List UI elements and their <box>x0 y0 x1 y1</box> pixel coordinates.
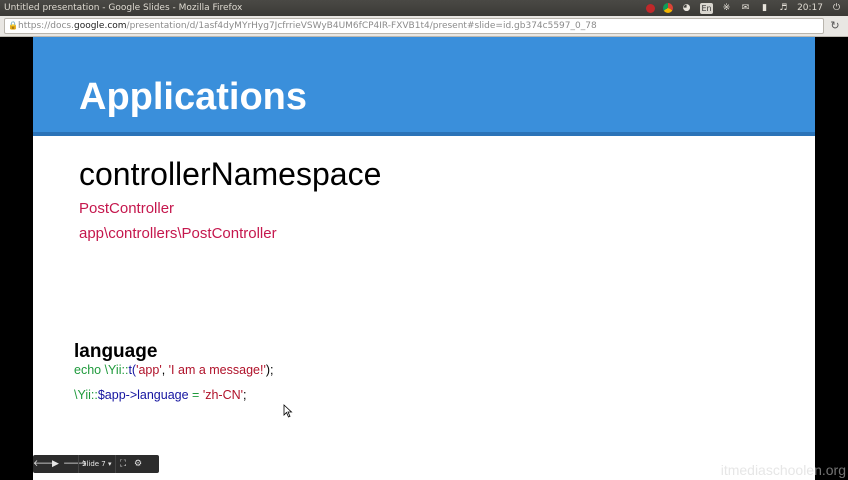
chevron-down-icon: ▾ <box>108 460 112 468</box>
code-token: ; <box>243 388 247 402</box>
code-line-translate: echo \Yii::t('app', 'I am a message!'); <box>74 363 274 378</box>
next-slide-icon[interactable]: 🡒 <box>63 455 87 473</box>
presentation-stage: Applications controllerNamespace PostCon… <box>0 37 848 480</box>
record-icon[interactable] <box>646 3 656 13</box>
language-heading: language <box>74 341 158 362</box>
window-title-bar: Untitled presentation - Google Slides - … <box>0 0 848 16</box>
controller-namespace-text: app\controllers\PostController <box>79 225 277 242</box>
slide-selector[interactable]: Slide 7 ▾ <box>78 455 116 473</box>
power-icon[interactable]: ⏻ <box>831 3 842 14</box>
code-token: , <box>161 363 169 377</box>
code-token: 'app' <box>136 363 162 377</box>
mail-icon[interactable]: ✉ <box>740 3 751 14</box>
post-controller-text: PostController <box>79 200 175 217</box>
slide-title: Applications <box>79 76 308 118</box>
lock-icon: 🔒 <box>8 21 18 30</box>
window-title: Untitled presentation - Google Slides - … <box>4 3 243 13</box>
code-token: 'zh-CN' <box>202 388 244 402</box>
mouse-pointer-icon <box>283 404 293 418</box>
chrome-icon[interactable] <box>663 3 674 13</box>
slide-selector-label: Slide 7 <box>82 460 106 468</box>
bluetooth-icon[interactable]: ※ <box>721 3 732 14</box>
wifi-icon[interactable]: ◕ <box>681 3 692 14</box>
battery-icon[interactable]: ▮ <box>759 3 770 14</box>
url-rest: /presentation/d/1asf4dyMYrHyg7JcfrrieVSW… <box>126 21 597 31</box>
system-tray: ◕ En ※ ✉ ▮ ♬ 20:17 ⏻ <box>646 0 842 16</box>
watermark: itmediaschoolen.org <box>720 462 846 478</box>
code-token: ); <box>265 363 274 377</box>
previous-slide-icon[interactable]: 🡐 <box>33 455 57 473</box>
url-field[interactable]: 🔒https://docs.google.com/presentation/d/… <box>4 18 824 34</box>
clock-text[interactable]: 20:17 <box>797 0 823 16</box>
keyboard-layout-indicator[interactable]: En <box>700 2 714 14</box>
presenter-controls: 🡐 ▶ 🡒 Slide 7 ▾ ⛶ ⚙ <box>33 455 159 473</box>
code-token: = <box>188 388 203 402</box>
url-prefix: https://docs. <box>18 21 74 31</box>
slide: Applications controllerNamespace PostCon… <box>33 37 815 480</box>
play-icon[interactable]: ▶ <box>48 455 63 473</box>
slide-header: Applications <box>33 37 815 136</box>
browser-navigation-bar: 🔒https://docs.google.com/presentation/d/… <box>0 16 848 37</box>
url-domain: google.com <box>73 21 127 31</box>
reload-icon[interactable]: ↻ <box>828 19 842 33</box>
volume-icon[interactable]: ♬ <box>778 3 789 14</box>
code-token: $app->language <box>97 388 189 402</box>
gear-icon[interactable]: ⚙ <box>131 455 146 473</box>
code-token: 'I am a message!' <box>168 363 266 377</box>
code-token: echo \Yii:: <box>74 363 129 377</box>
slide-subtitle: controllerNamespace <box>79 156 382 192</box>
code-token: \Yii:: <box>74 388 98 402</box>
fullscreen-icon[interactable]: ⛶ <box>116 455 131 473</box>
code-token: t( <box>128 363 137 377</box>
code-line-language: \Yii::$app->language = 'zh-CN'; <box>74 388 247 403</box>
